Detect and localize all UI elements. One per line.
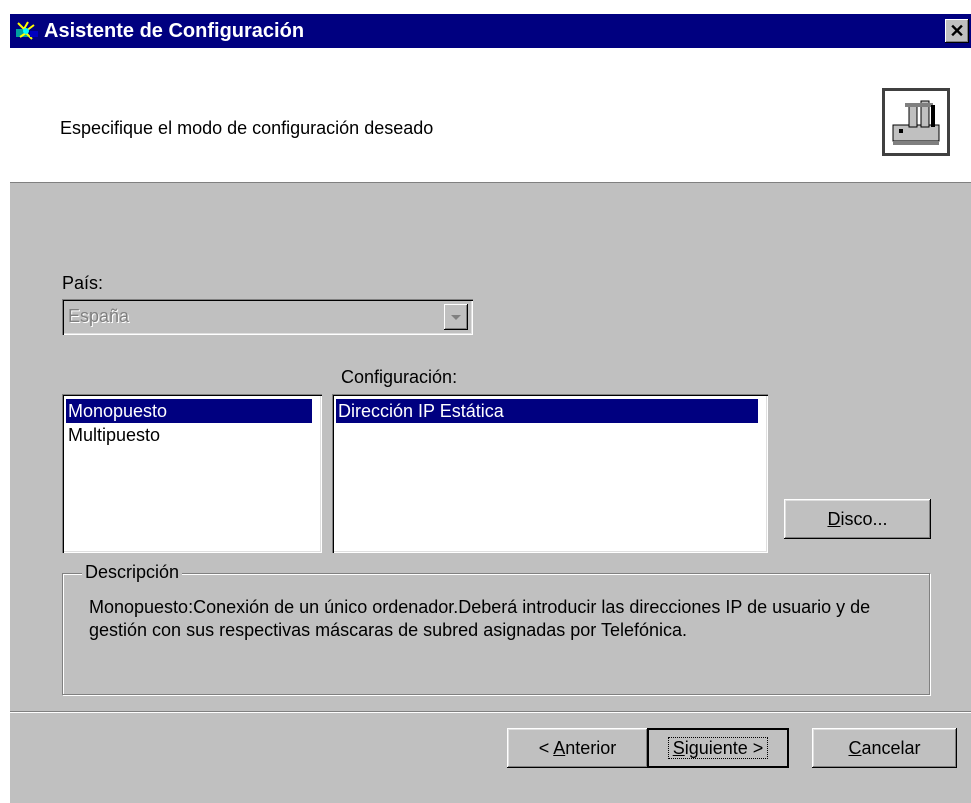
country-select[interactable]: España (62, 299, 473, 335)
description-legend: Descripción (82, 562, 183, 583)
cancel-button[interactable]: Cancelar (812, 728, 957, 768)
next-button[interactable]: Siguiente > (647, 728, 789, 768)
mode-listbox[interactable]: Monopuesto Multipuesto (62, 394, 322, 553)
disk-button[interactable]: Disco... (784, 499, 931, 539)
chevron-down-icon[interactable] (444, 304, 468, 330)
disk-mnemonic: D (827, 509, 841, 529)
back-button[interactable]: < Anterior (507, 728, 648, 768)
network-setup-icon (882, 88, 950, 156)
close-icon: ✕ (949, 21, 965, 41)
next-focus-rect: Siguiente > (667, 737, 769, 759)
list-item-multipuesto[interactable]: Multipuesto (66, 423, 312, 447)
cancel-mnemonic: C (848, 738, 862, 758)
window-title: Asistente de Configuración (44, 20, 305, 42)
wizard-window: Asistente de Configuración ✕ Especifique… (10, 14, 971, 803)
back-mnemonic: A (553, 738, 566, 758)
country-label: País: (62, 273, 104, 293)
country-value: España (68, 306, 130, 326)
configuration-label: Configuración: (341, 367, 458, 387)
wizard-app-icon (16, 21, 38, 40)
configuration-listbox[interactable]: Dirección IP Estática (332, 394, 768, 553)
back-label: nterior (565, 738, 617, 758)
close-button[interactable]: ✕ (945, 19, 969, 43)
next-mnemonic: S (672, 738, 685, 758)
back-prefix: < (538, 738, 554, 758)
wizard-header: Especifique el modo de configuración des… (10, 48, 971, 183)
list-item-monopuesto[interactable]: Monopuesto (66, 399, 312, 423)
cancel-label: ancelar (861, 738, 921, 758)
description-text: Monopuesto:Conexión de un único ordenado… (89, 597, 871, 640)
list-item-static-ip[interactable]: Dirección IP Estática (336, 399, 758, 423)
instruction-text: Especifique el modo de configuración des… (60, 118, 434, 138)
footer-separator (10, 711, 971, 713)
next-label: iguiente > (684, 738, 764, 758)
disk-label: isco... (840, 509, 888, 529)
title-bar[interactable]: Asistente de Configuración ✕ (10, 14, 971, 48)
